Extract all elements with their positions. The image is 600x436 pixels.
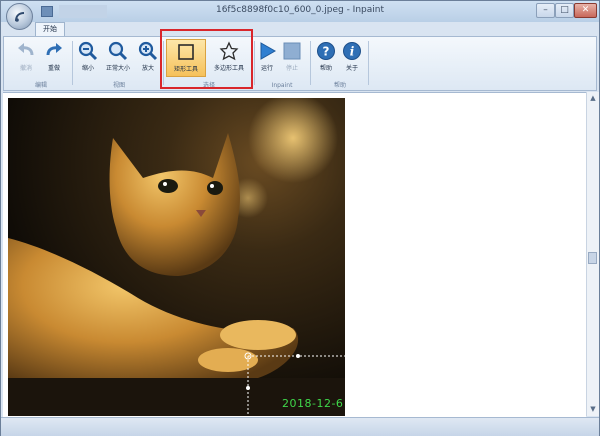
rectangle-tool-label: 矩形工具 (173, 66, 198, 73)
stop-icon (283, 42, 301, 60)
group-separator (368, 41, 369, 85)
undo-icon (18, 43, 34, 56)
help-label: 帮助 (319, 65, 332, 72)
group-separator (72, 41, 73, 85)
application-menu-button[interactable] (6, 3, 33, 30)
group-label-select: 选择 (202, 82, 215, 89)
group-separator (163, 41, 164, 85)
zoom-normal-icon (108, 41, 128, 61)
vertical-scrollbar[interactable]: ▲ ▼ (586, 92, 599, 416)
zoom-in-icon (138, 41, 158, 61)
rectangle-tool-button[interactable]: 矩形工具 (166, 39, 206, 77)
undo-button[interactable]: 撤消 (12, 39, 40, 77)
redo-label: 重做 (47, 65, 60, 72)
about-button[interactable]: i 关于 (340, 39, 364, 77)
window-title: 16f5c8898f0c10_600_0.jpeg - Inpaint (215, 5, 384, 15)
status-bar (1, 417, 599, 436)
run-label: 运行 (260, 65, 273, 72)
app-window: 16f5c8898f0c10_600_0.jpeg - Inpaint – □ … (0, 0, 600, 436)
group-separator (254, 41, 255, 85)
app-logo-icon (15, 12, 25, 22)
cat-image (8, 98, 345, 416)
date-stamp-watermark: 2018-12-6 (282, 397, 344, 410)
close-button[interactable]: ✕ (574, 3, 597, 18)
tab-start[interactable]: 开始 (35, 22, 65, 37)
minimize-button[interactable]: – (536, 3, 555, 18)
zoom-in-label: 放大 (141, 65, 154, 72)
svg-text:i: i (350, 45, 355, 59)
zoom-normal-label: 正常大小 (105, 65, 130, 72)
polygon-tool-label: 多边形工具 (213, 65, 244, 72)
help-button[interactable]: ? 帮助 (314, 39, 338, 77)
about-label: 关于 (345, 65, 358, 72)
run-button[interactable]: 运行 (256, 39, 278, 77)
svg-text:?: ? (323, 45, 330, 59)
ribbon: 撤消 重做 编辑 缩小 正常大小 放大 视图 矩形工具 多边形工具 选择 运行 … (3, 36, 597, 91)
group-label-edit: 编辑 (34, 82, 47, 89)
ribbon-tab-row: 开始 (1, 22, 599, 37)
group-label-view: 视图 (112, 82, 125, 89)
redo-icon (46, 43, 62, 56)
maximize-button[interactable]: □ (555, 3, 574, 18)
scroll-down-icon[interactable]: ▼ (588, 404, 598, 415)
stop-label: 停止 (285, 65, 298, 72)
polygon-tool-icon (219, 41, 239, 61)
zoom-out-label: 缩小 (81, 65, 94, 72)
polygon-tool-button[interactable]: 多边形工具 (208, 39, 250, 77)
zoom-out-icon (78, 41, 98, 61)
group-label-inpaint: Inpaint (271, 82, 293, 89)
group-label-help: 帮助 (333, 82, 346, 89)
help-icon: ? (317, 42, 335, 60)
stop-button[interactable]: 停止 (280, 39, 304, 77)
cat-photo[interactable] (8, 98, 345, 416)
scroll-up-icon[interactable]: ▲ (588, 93, 598, 104)
run-icon (260, 42, 277, 60)
image-canvas[interactable] (3, 92, 586, 417)
zoom-normal-button[interactable]: 正常大小 (102, 39, 134, 77)
group-separator (310, 41, 311, 85)
about-icon: i (343, 42, 361, 60)
scroll-thumb[interactable] (588, 252, 597, 264)
zoom-in-button[interactable]: 放大 (136, 39, 160, 77)
redo-button[interactable]: 重做 (40, 39, 68, 77)
title-bar[interactable]: 16f5c8898f0c10_600_0.jpeg - Inpaint – □ … (1, 1, 599, 22)
zoom-out-button[interactable]: 缩小 (76, 39, 100, 77)
rectangle-tool-icon (178, 44, 194, 60)
